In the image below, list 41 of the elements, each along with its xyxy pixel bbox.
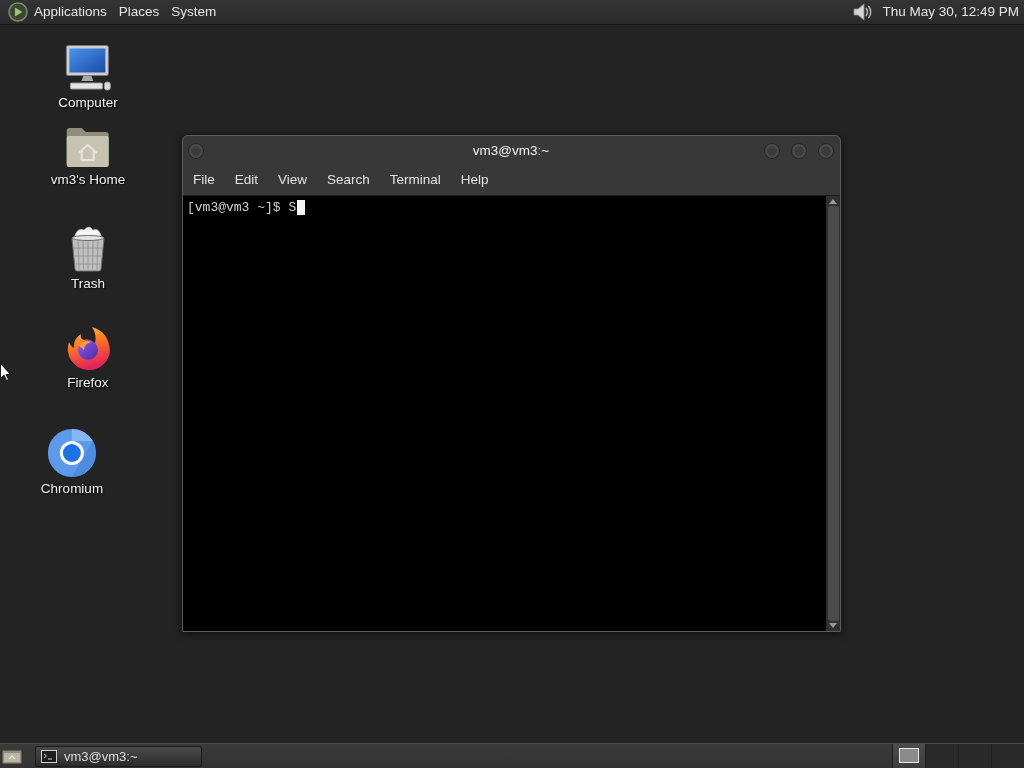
panel-menu[interactable]: System [165,1,223,23]
circle-icon [791,142,807,159]
terminal-screen[interactable]: [vm3@vm3 ~]$ S [183,196,826,631]
circle-icon [764,142,780,159]
volume-icon[interactable] [852,2,873,22]
terminal-icon [41,749,57,763]
menu-item[interactable]: View [268,169,318,191]
circle-icon [188,142,204,159]
panel-menu[interactable]: Places [112,1,166,23]
chromium-icon [48,429,96,477]
mouse-pointer-icon [0,363,11,381]
scroll-down-icon[interactable] [829,623,837,628]
desktop-shortcut[interactable]: vm3's Home [50,126,126,188]
taskbar-button[interactable]: vm3@vm3:~ [35,745,202,767]
desktop-shortcut[interactable]: Firefox [65,325,111,391]
menu-item[interactable]: Edit [224,169,269,191]
close-button[interactable] [818,142,834,159]
menu-item[interactable]: Terminal [379,169,451,191]
desktop-shortcut[interactable]: Chromium [40,429,104,497]
menu-item[interactable]: Help [450,169,499,191]
panel-menu[interactable]: Applications [28,1,113,23]
clock[interactable]: Thu May 30, 12:49 PM [882,1,1019,23]
maximize-button[interactable] [791,142,807,159]
window-title: vm3@vm3:~ [472,143,550,158]
firefox-icon [65,325,111,371]
trash-icon [68,226,108,272]
play-circle-icon[interactable] [8,2,28,22]
scroll-up-icon[interactable] [829,199,837,204]
minimize-button[interactable] [764,142,780,159]
menu-item[interactable]: Search [317,169,380,191]
circle-icon [818,142,834,159]
desktop-shortcut[interactable]: Trash [68,226,108,292]
show-desktop-icon[interactable] [2,748,22,764]
window-menu-button[interactable] [188,142,204,159]
home-folder-icon [66,126,110,168]
menu-item[interactable]: File [183,169,225,191]
workspace[interactable] [892,744,925,768]
computer-icon [64,45,112,91]
desktop-shortcut[interactable]: Computer [58,45,118,111]
terminal-line: [vm3@vm3 ~]$ S [187,199,297,216]
scrollbar-thumb[interactable] [827,206,839,621]
